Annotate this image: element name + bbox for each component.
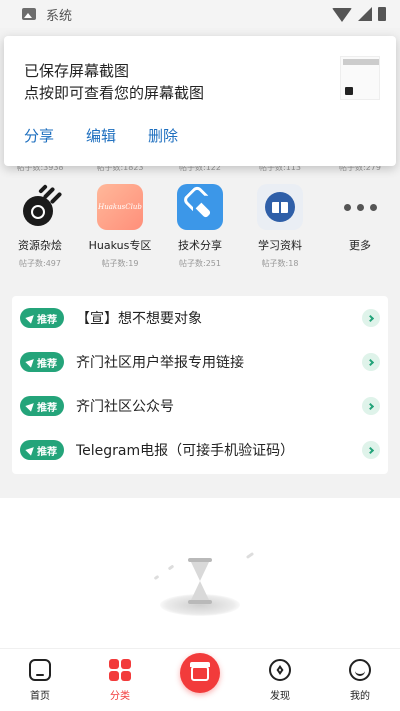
recommend-badge: 推荐 [20, 352, 64, 372]
hourglass-icon [150, 548, 260, 628]
bottom-nav: 首页 分类 发现 我的 [0, 648, 400, 711]
category-resources[interactable]: 资源杂烩 帖子数:497 [0, 180, 80, 276]
pin-icon [25, 312, 37, 324]
recommend-badge: 推荐 [20, 308, 64, 328]
book-icon [257, 184, 303, 230]
nav-profile[interactable]: 我的 [320, 649, 400, 711]
category-post-count: 帖子数:251 [179, 259, 221, 268]
category-name: Huakus专区 [88, 239, 152, 252]
list-item[interactable]: 推荐 齐门社区用户举报专用链接 [12, 340, 388, 384]
nav-category[interactable]: 分类 [80, 649, 160, 711]
category-post-count: 帖子数:18 [261, 259, 299, 268]
category-name: 技术分享 [178, 239, 222, 252]
recommend-title: 【宣】想不想要对象 [76, 311, 202, 327]
recommend-title: 齐门社区用户举报专用链接 [76, 355, 244, 371]
notification-actions: 分享 编辑 删除 [24, 125, 178, 146]
resource-icon [17, 184, 63, 230]
wifi-icon [332, 8, 352, 22]
pin-icon [25, 356, 37, 368]
edit-button[interactable]: 编辑 [86, 125, 116, 146]
nav-discover[interactable]: 发现 [240, 649, 320, 711]
chevron-right-icon [362, 309, 380, 327]
nav-label: 首页 [30, 691, 50, 702]
category-post-count: 帖子数:497 [19, 259, 61, 268]
recommend-badge: 推荐 [20, 396, 64, 416]
battery-icon [378, 7, 386, 21]
chevron-right-icon [362, 441, 380, 459]
category-post-count: 帖子数:19 [101, 259, 139, 268]
status-bar-title: 系统 [46, 8, 73, 24]
category-more[interactable]: 更多 [320, 180, 400, 276]
status-indicators [332, 6, 386, 22]
list-item[interactable]: 推荐 齐门社区公众号 [12, 384, 388, 428]
profile-icon [349, 659, 371, 681]
list-item[interactable]: 推荐 【宣】想不想要对象 [12, 296, 388, 340]
category-huakus[interactable]: HuakusClub Huakus专区 帖子数:19 [80, 180, 160, 276]
category-grid-icon [109, 659, 131, 681]
recommend-title: Telegram电报（可接手机验证码） [76, 443, 295, 459]
pin-icon [25, 400, 37, 412]
screenshot-thumbnail[interactable] [340, 56, 380, 100]
chevron-right-icon [362, 353, 380, 371]
share-button[interactable]: 分享 [24, 125, 54, 146]
nav-label: 我的 [350, 691, 370, 702]
category-grid: 资源杂烩 帖子数:497 HuakusClub Huakus专区 帖子数:19 … [0, 180, 400, 276]
recommend-badge: 推荐 [20, 440, 64, 460]
image-icon [22, 8, 36, 20]
nav-center-store[interactable] [160, 649, 240, 711]
notification-title: 已保存屏幕截图 [24, 62, 130, 80]
store-icon [180, 653, 220, 693]
list-item[interactable]: 推荐 Telegram电报（可接手机验证码） [12, 428, 388, 472]
category-name: 学习资料 [258, 239, 302, 252]
delete-button[interactable]: 删除 [148, 125, 178, 146]
notification-text: 点按即可查看您的屏幕截图 [24, 84, 205, 102]
empty-state [0, 498, 400, 648]
status-bar: 系统 [0, 0, 400, 28]
huakus-logo-text: HuakusClub [98, 203, 142, 211]
nav-label: 分类 [110, 691, 130, 702]
recommend-title: 齐门社区公众号 [76, 399, 174, 415]
home-icon [29, 659, 51, 681]
pin-icon [25, 444, 37, 456]
category-tech-share[interactable]: 技术分享 帖子数:251 [160, 180, 240, 276]
category-name: 更多 [349, 239, 371, 252]
more-dots-icon [337, 184, 383, 230]
wrench-icon [177, 184, 223, 230]
category-name: 资源杂烩 [18, 239, 62, 252]
compass-icon [269, 659, 291, 681]
signal-icon [358, 7, 372, 21]
category-study-materials[interactable]: 学习资料 帖子数:18 [240, 180, 320, 276]
nav-home[interactable]: 首页 [0, 649, 80, 711]
nav-label: 发现 [270, 691, 290, 702]
huakus-club-icon: HuakusClub [97, 184, 143, 230]
screenshot-notification[interactable]: 已保存屏幕截图 点按即可查看您的屏幕截图 分享 编辑 删除 [4, 36, 396, 166]
chevron-right-icon [362, 397, 380, 415]
recommend-list: 推荐 【宣】想不想要对象 推荐 齐门社区用户举报专用链接 推荐 齐门社区公众号 … [12, 296, 388, 474]
